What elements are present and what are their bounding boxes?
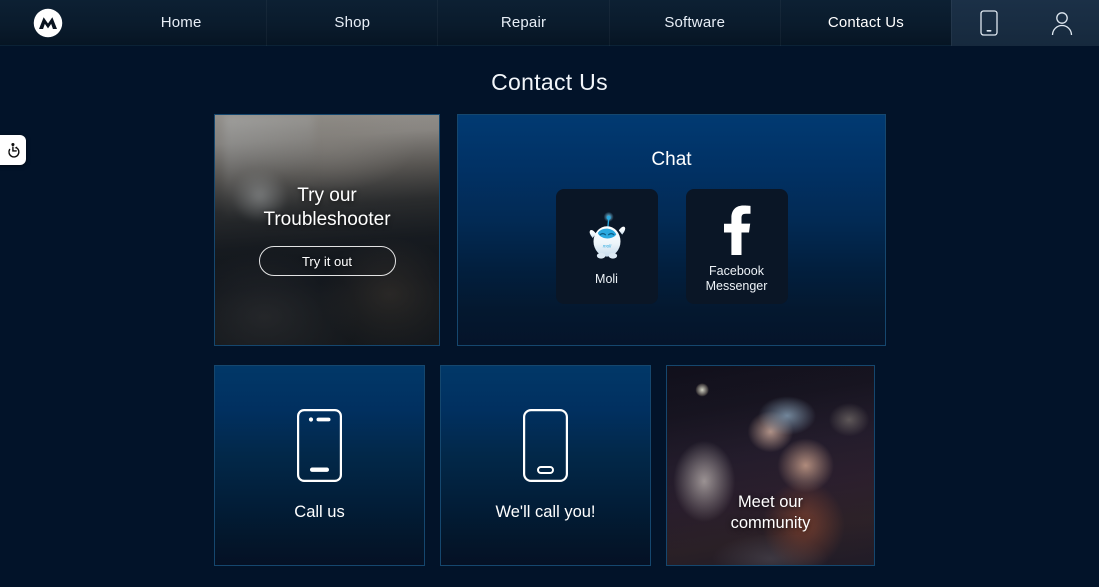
nav-item-software[interactable]: Software: [608, 0, 780, 46]
chat-tile-label-line1: Moli: [595, 271, 618, 286]
chat-tile-moli[interactable]: moli Moli: [555, 189, 658, 304]
chat-tile-label-line1: Facebook: [709, 264, 764, 278]
troubleshooter-title: Try our Troubleshooter: [263, 184, 390, 232]
nav-utility-icons: [951, 0, 1099, 46]
community-overlay: [667, 366, 874, 565]
call-us-label: Call us: [294, 503, 345, 521]
nav-item-contact-us[interactable]: Contact Us: [779, 0, 951, 46]
facebook-f-glyph: [723, 205, 750, 255]
motorola-batwing-icon: [33, 8, 63, 37]
chat-tiles: moli Moli Facebook Messenger: [555, 189, 788, 304]
nav-item-label: Repair: [500, 14, 547, 31]
user-account-glyph: [1052, 11, 1073, 35]
device-phone-glyph: [980, 9, 998, 36]
community-label-line2: community: [730, 514, 811, 532]
try-it-out-button[interactable]: Try it out: [258, 246, 396, 276]
troubleshooter-title-line1: Try our: [297, 185, 357, 206]
phone-call-icon: [297, 409, 342, 487]
main-content: Try our Troubleshooter Try it out Chat m…: [0, 114, 1099, 566]
chat-tile-label: Facebook Messenger: [706, 264, 768, 294]
motorola-logo[interactable]: [0, 0, 96, 46]
top-navigation-bar: Home Shop Repair Software Contact Us: [0, 0, 1099, 46]
phone-call-glyph: [297, 409, 342, 483]
troubleshooter-card[interactable]: Try our Troubleshooter Try it out: [214, 114, 440, 346]
accessibility-widget[interactable]: [0, 135, 26, 165]
chat-tile-label-line2: Messenger: [705, 279, 768, 293]
nav-item-shop[interactable]: Shop: [266, 0, 437, 46]
chat-card: Chat moli Moli Facebook Messenger: [457, 114, 886, 346]
moli-bot-icon: moli: [580, 211, 634, 265]
user-account-icon[interactable]: [1026, 0, 1099, 46]
call-us-card[interactable]: Call us: [214, 365, 425, 566]
nav-item-label: Contact Us: [827, 14, 905, 31]
moli-bot-glyph: moli: [589, 211, 625, 259]
we-will-call-you-label: We'll call you!: [495, 503, 596, 521]
wheelchair-icon: [8, 142, 20, 158]
phone-callback-icon: [523, 409, 568, 487]
chat-tile-facebook-messenger[interactable]: Facebook Messenger: [685, 189, 788, 304]
svg-text:moli: moli: [602, 243, 611, 248]
phone-callback-glyph: [523, 409, 568, 483]
nav-item-label: Home: [160, 14, 202, 31]
facebook-f-icon: [720, 203, 754, 257]
we-will-call-you-card[interactable]: We'll call you!: [440, 365, 651, 566]
nav-item-label: Software: [664, 14, 726, 31]
nav-item-label: Shop: [334, 14, 371, 31]
nav-links: Home Shop Repair Software Contact Us: [96, 0, 951, 46]
device-phone-icon[interactable]: [952, 0, 1026, 46]
page-title: Contact Us: [491, 69, 608, 95]
cards-row-bottom: Call us We'll call you! Meet our communi…: [0, 365, 1099, 566]
cards-row-top: Try our Troubleshooter Try it out Chat m…: [0, 114, 1099, 346]
chat-card-title: Chat: [651, 149, 692, 170]
community-label-line1: Meet our: [737, 493, 804, 511]
nav-item-repair[interactable]: Repair: [437, 0, 608, 46]
community-label: Meet our community: [667, 492, 874, 534]
chat-tile-label: Moli: [595, 272, 618, 287]
nav-item-home[interactable]: Home: [96, 0, 266, 46]
troubleshooter-title-line2: Troubleshooter: [263, 209, 391, 230]
troubleshooter-content: Try our Troubleshooter Try it out: [215, 115, 439, 345]
meet-our-community-card[interactable]: Meet our community: [666, 365, 875, 566]
